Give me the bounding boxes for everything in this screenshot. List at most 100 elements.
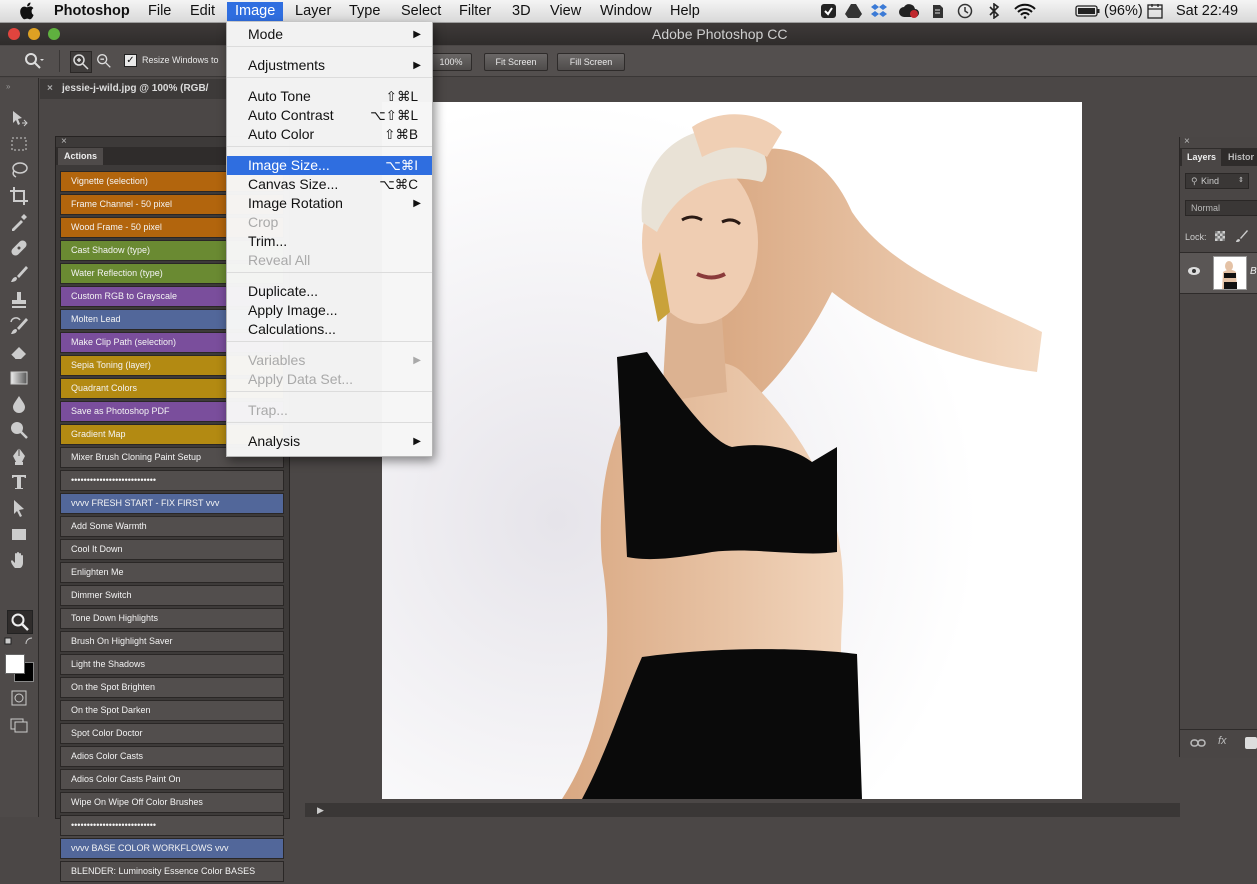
menu-item-auto-contrast[interactable]: Auto Contrast ⌥⇧⌘L [227, 106, 432, 125]
zoom-100-button[interactable]: 100% [430, 53, 472, 71]
menu-edit[interactable]: Edit [190, 2, 215, 21]
action-item[interactable]: ••••••••••••••••••••••••••• [60, 470, 284, 491]
quick-mask-icon[interactable] [9, 688, 29, 708]
action-item[interactable]: Adios Color Casts Paint On [60, 769, 284, 790]
scroll-right-arrow-icon[interactable]: ▶ [317, 805, 324, 816]
zoom-tool-icon[interactable] [7, 610, 33, 634]
evernote-icon[interactable] [930, 3, 944, 19]
document-tab[interactable]: × jessie-j-wild.jpg @ 100% (RGB/ [40, 79, 235, 99]
resize-windows-checkbox[interactable]: ✓ [124, 54, 137, 67]
tab-history[interactable]: Histor [1228, 149, 1254, 166]
menu-item-mode[interactable]: Mode ▶ [227, 25, 432, 44]
drive-icon[interactable] [845, 3, 862, 19]
fit-screen-button[interactable]: Fit Screen [484, 53, 548, 71]
blend-mode-select[interactable]: Normal [1185, 200, 1257, 216]
calendar-icon[interactable] [1147, 3, 1163, 19]
lock-brush-icon[interactable] [1235, 229, 1249, 243]
zoom-window-button[interactable] [48, 28, 60, 40]
menu-3d[interactable]: 3D [512, 2, 531, 21]
menu-file[interactable]: File [148, 2, 171, 21]
menu-view[interactable]: View [550, 2, 581, 21]
time-machine-icon[interactable] [956, 3, 974, 19]
creative-cloud-icon[interactable] [898, 3, 920, 19]
zoom-tool-preset-icon[interactable] [24, 52, 44, 70]
menu-select[interactable]: Select [401, 2, 441, 21]
menu-item-auto-tone[interactable]: Auto Tone ⇧⌘L [227, 87, 432, 106]
action-item[interactable]: vvvv FRESH START - FIX FIRST vvv [60, 493, 284, 514]
path-selection-tool-icon[interactable] [9, 498, 29, 518]
notification-icon[interactable] [820, 3, 837, 19]
app-name-menu[interactable]: Photoshop [54, 2, 130, 21]
close-document-icon[interactable]: × [47, 79, 53, 99]
minimize-window-button[interactable] [28, 28, 40, 40]
menu-item-trim[interactable]: Trim... [227, 232, 432, 251]
horizontal-scrollbar[interactable]: ▶ [305, 803, 1180, 817]
menu-item-analysis[interactable]: Analysis ▶ [227, 432, 432, 451]
dropbox-icon[interactable] [870, 3, 888, 19]
action-item[interactable]: Dimmer Switch [60, 585, 284, 606]
action-item[interactable]: Tone Down Highlights [60, 608, 284, 629]
menu-item-duplicate[interactable]: Duplicate... [227, 282, 432, 301]
layer-filter-kind[interactable]: ⚲ Kind ⇕ [1185, 173, 1249, 189]
action-item[interactable]: Wipe On Wipe Off Color Brushes [60, 792, 284, 813]
lasso-tool-icon[interactable] [9, 160, 29, 180]
bluetooth-icon[interactable] [988, 3, 1000, 19]
action-item[interactable]: On the Spot Darken [60, 700, 284, 721]
dodge-tool-icon[interactable] [9, 420, 29, 440]
action-item[interactable]: Brush On Highlight Saver [60, 631, 284, 652]
screen-mode-icon[interactable] [9, 715, 29, 735]
apple-menu-icon[interactable] [18, 1, 35, 20]
add-mask-icon[interactable] [1245, 737, 1257, 749]
action-item[interactable]: Add Some Warmth [60, 516, 284, 537]
action-item[interactable]: ••••••••••••••••••••••••••• [60, 815, 284, 836]
eyedropper-tool-icon[interactable] [9, 212, 29, 232]
tab-actions[interactable]: Actions [58, 148, 104, 165]
tab-layers[interactable]: Layers [1182, 149, 1222, 166]
layer-row-background[interactable]: B [1180, 252, 1257, 294]
blur-tool-icon[interactable] [9, 394, 29, 414]
hand-tool-icon[interactable] [9, 550, 29, 570]
menu-item-image-size[interactable]: Image Size... ⌥⌘I [227, 156, 432, 175]
swap-colors-icon[interactable] [4, 636, 34, 646]
toolbar-collapse-icon[interactable]: » [6, 82, 10, 91]
menu-help[interactable]: Help [670, 2, 700, 21]
action-item[interactable]: Spot Color Doctor [60, 723, 284, 744]
eraser-tool-icon[interactable] [9, 342, 29, 362]
action-item[interactable]: vvvv BASE COLOR WORKFLOWS vvv [60, 838, 284, 859]
menu-item-auto-color[interactable]: Auto Color ⇧⌘B [227, 125, 432, 144]
clone-stamp-tool-icon[interactable] [9, 290, 29, 310]
rectangle-tool-icon[interactable] [9, 524, 29, 544]
gradient-tool-icon[interactable] [9, 368, 29, 388]
document-canvas-image[interactable] [382, 102, 1082, 799]
type-tool-icon[interactable] [9, 472, 29, 492]
close-layers-panel-icon[interactable]: × [1184, 136, 1190, 147]
history-brush-tool-icon[interactable] [9, 316, 29, 336]
lock-transparency-icon[interactable] [1215, 231, 1225, 241]
menu-item-adjustments[interactable]: Adjustments ▶ [227, 56, 432, 75]
link-layers-icon[interactable] [1190, 738, 1206, 748]
action-item[interactable]: Light the Shadows [60, 654, 284, 675]
action-item[interactable]: On the Spot Brighten [60, 677, 284, 698]
menu-item-image-rotation[interactable]: Image Rotation ▶ [227, 194, 432, 213]
menu-item-canvas-size[interactable]: Canvas Size... ⌥⌘C [227, 175, 432, 194]
brush-tool-icon[interactable] [9, 264, 29, 284]
wifi-icon[interactable] [1014, 3, 1036, 19]
action-item[interactable]: Enlighten Me [60, 562, 284, 583]
marquee-tool-icon[interactable] [9, 134, 29, 154]
zoom-in-icon[interactable] [70, 51, 92, 73]
eye-visibility-icon[interactable] [1187, 266, 1201, 276]
menu-item-calculations[interactable]: Calculations... [227, 320, 432, 339]
close-panel-icon[interactable]: × [61, 136, 67, 147]
crop-tool-icon[interactable] [9, 186, 29, 206]
fill-screen-button[interactable]: Fill Screen [557, 53, 625, 71]
pen-tool-icon[interactable] [9, 446, 29, 466]
foreground-color-swatch[interactable] [5, 654, 25, 674]
menu-filter[interactable]: Filter [459, 2, 491, 21]
battery-icon[interactable] [1075, 3, 1101, 19]
healing-brush-tool-icon[interactable] [9, 238, 29, 258]
action-item[interactable]: BLENDER: Luminosity Essence Color BASES [60, 861, 284, 882]
move-tool-icon[interactable] [9, 108, 29, 128]
menubar-clock[interactable]: Sat 22:49 [1176, 2, 1238, 21]
zoom-out-icon[interactable] [95, 52, 113, 70]
close-window-button[interactable] [8, 28, 20, 40]
